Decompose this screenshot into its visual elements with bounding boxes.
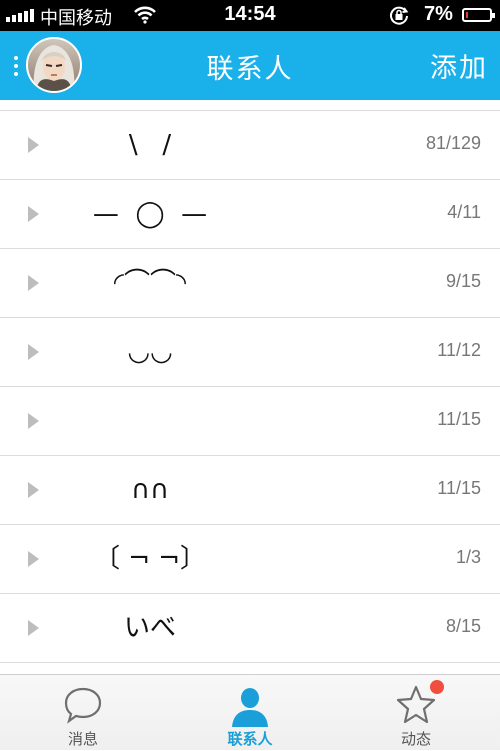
expand-arrow-icon[interactable] bbox=[28, 344, 39, 360]
group-count: 1/3 bbox=[455, 547, 481, 567]
group-name: — ◯ — bbox=[92, 199, 208, 229]
expand-arrow-icon[interactable] bbox=[28, 206, 39, 222]
group-name: いべ bbox=[123, 613, 176, 643]
group-count: 11/12 bbox=[437, 340, 481, 360]
list-item[interactable]: 〔 ¬ ¬〕 1/3 bbox=[0, 525, 500, 594]
page-title: 联系人 bbox=[206, 54, 294, 85]
nav-header: 联系人 添加 bbox=[0, 31, 500, 100]
tab-label: 动态 bbox=[400, 730, 431, 748]
add-button[interactable]: 添加 bbox=[430, 46, 488, 85]
person-icon bbox=[232, 688, 268, 727]
tab-label: 消息 bbox=[67, 730, 98, 748]
expand-arrow-icon[interactable] bbox=[28, 275, 39, 291]
expand-arrow-icon[interactable] bbox=[28, 620, 39, 636]
chat-bubble-icon bbox=[64, 687, 102, 724]
group-name: 〔 ¬ ¬〕 bbox=[93, 544, 207, 574]
list-item[interactable]: いべ 8/15 bbox=[0, 594, 500, 663]
tab-moments[interactable]: 动态 bbox=[333, 675, 499, 751]
group-count: 11/15 bbox=[437, 409, 481, 429]
tab-messages[interactable]: 消息 bbox=[0, 675, 166, 751]
battery-icon bbox=[462, 8, 495, 22]
expand-arrow-icon[interactable] bbox=[28, 137, 39, 153]
list-item[interactable]: \ / 81/129 bbox=[0, 111, 500, 180]
group-name: ∩∩ bbox=[130, 475, 170, 505]
list-item[interactable]: — ◯ — 4/11 bbox=[0, 180, 500, 249]
tab-contacts[interactable]: 联系人 bbox=[167, 675, 333, 751]
list-item[interactable]: ∩∩ 11/15 bbox=[0, 456, 500, 525]
list-item[interactable]: ◜⌒⌒◝ 9/15 bbox=[0, 249, 500, 318]
group-count: 4/11 bbox=[447, 202, 481, 222]
battery-percent: 7% bbox=[424, 3, 453, 25]
contact-group-list[interactable]: \ / 81/129 — ◯ — 4/11 ◜⌒⌒◝ 9/15 ◡◡ 11/12… bbox=[0, 100, 500, 674]
group-count: 9/15 bbox=[445, 271, 481, 291]
group-name bbox=[60, 399, 240, 443]
group-name: ◡◡ bbox=[127, 337, 173, 367]
list-item[interactable]: 11/15 bbox=[0, 387, 500, 456]
expand-arrow-icon[interactable] bbox=[28, 551, 39, 567]
status-bar: 中国移动 14:54 7% bbox=[0, 0, 500, 31]
tab-bar: 消息 联系人 动态 bbox=[0, 674, 500, 750]
group-name: \ / bbox=[128, 130, 172, 160]
group-count: 11/15 bbox=[437, 478, 481, 498]
expand-arrow-icon[interactable] bbox=[28, 482, 39, 498]
group-count: 8/15 bbox=[445, 616, 481, 636]
expand-arrow-icon[interactable] bbox=[28, 413, 39, 429]
notification-badge bbox=[430, 680, 444, 694]
rotation-lock-icon bbox=[390, 6, 409, 25]
list-item[interactable]: ◡◡ 11/12 bbox=[0, 318, 500, 387]
group-count: 81/129 bbox=[425, 133, 481, 153]
tab-label: 联系人 bbox=[227, 730, 273, 748]
group-name: ◜⌒⌒◝ bbox=[113, 268, 187, 298]
